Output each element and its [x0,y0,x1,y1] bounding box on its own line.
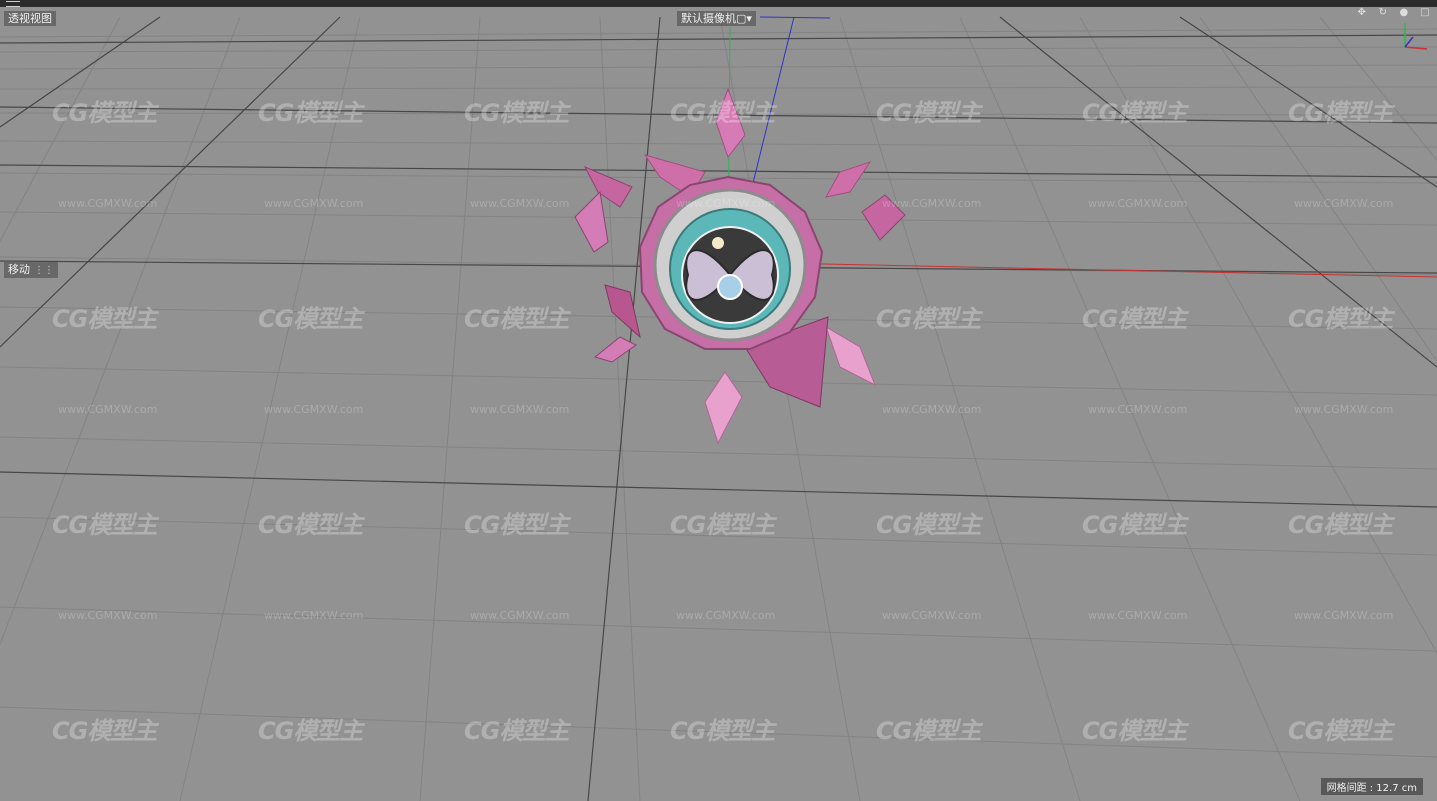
ornament-center [717,274,743,300]
camera-label-text: 默认摄像机 [681,12,736,25]
active-tool-label[interactable]: 移动 ⋮⋮ [4,262,58,278]
camera-icon: ▢ [736,12,747,25]
rotate-view-icon[interactable]: ↻ [1377,7,1389,19]
petal-right [861,194,906,241]
ornament-highlight [712,237,724,249]
viewport-title[interactable]: 透视视图 [4,11,56,26]
viewport-scene [0,16,1437,801]
petal-bottom-right [825,325,876,387]
top-toolbar [0,0,1437,7]
perspective-viewport[interactable]: CG模型主 CG模型主 CG模型主 CG模型主 CG模型主 CG模型主 CG模型… [0,7,1437,801]
grid-spacing-readout: 网格间距 : 12.7 cm [1320,778,1423,795]
viewport-nav-icons: ✥ ↻ ● □ [1352,7,1431,18]
z-axis-line [751,16,795,188]
camera-selector[interactable]: 默认摄像机▢▾ [677,11,756,26]
petal-top [715,87,746,159]
tool-handle-icon: ⋮⋮ [34,265,54,276]
x-axis-line [727,261,1437,278]
active-tool-text: 移动 [8,263,30,276]
petal-left [574,190,609,253]
axis-gizmo-icon [1404,23,1428,50]
move-view-icon[interactable]: ✥ [1356,7,1368,19]
z-axis-line-top [759,16,831,19]
petal-bottom [704,371,743,445]
dropdown-arrow-icon: ▾ [746,12,752,25]
